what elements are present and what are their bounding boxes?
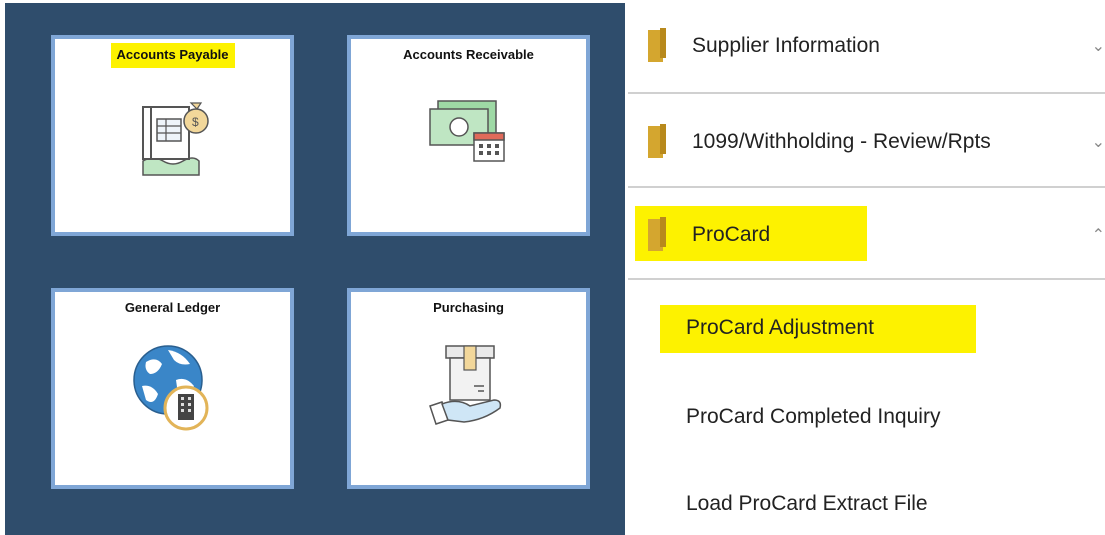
tiles-panel: Accounts Payable $ Accounts Receivable G… xyxy=(5,3,625,535)
tile-title: Purchasing xyxy=(433,300,504,315)
menu-item-procard-adjustment[interactable]: ProCard Adjustment xyxy=(686,316,874,340)
svg-text:$: $ xyxy=(192,115,199,129)
menu-folder-label: Supplier Information xyxy=(692,34,880,57)
tile-title: Accounts Payable xyxy=(110,43,235,68)
menu-folder-label: ProCard xyxy=(692,223,771,246)
tile-accounts-payable[interactable]: Accounts Payable $ xyxy=(51,35,294,236)
folder-icon xyxy=(648,124,666,158)
tile-title: Accounts Receivable xyxy=(403,47,534,62)
menu-folder-procard[interactable]: ProCard ⌃ xyxy=(628,188,1105,280)
box-hand-icon xyxy=(428,345,501,425)
navigation-menu: Supplier Information ⌄ 1099/Withholding … xyxy=(628,0,1105,535)
tile-accounts-receivable[interactable]: Accounts Receivable xyxy=(347,35,590,236)
invoice-moneybag-icon: $ xyxy=(141,102,209,176)
menu-folder-1099-withholding[interactable]: 1099/Withholding - Review/Rpts ⌄ xyxy=(628,94,1105,188)
tile-general-ledger[interactable]: General Ledger xyxy=(51,288,294,489)
chevron-up-icon[interactable]: ⌃ xyxy=(1092,225,1105,245)
chevron-down-icon[interactable]: ⌄ xyxy=(1092,132,1105,152)
tile-title: General Ledger xyxy=(124,300,221,315)
chevron-down-icon[interactable]: ⌄ xyxy=(1092,36,1105,56)
folder-icon xyxy=(648,28,666,62)
menu-folder-label: 1099/Withholding - Review/Rpts xyxy=(692,130,991,153)
cash-calendar-icon xyxy=(428,100,505,162)
menu-item-procard-completed-inquiry[interactable]: ProCard Completed Inquiry xyxy=(686,405,940,429)
tile-purchasing[interactable]: Purchasing xyxy=(347,288,590,489)
menu-item-load-procard-extract-file[interactable]: Load ProCard Extract File xyxy=(686,492,928,516)
globe-building-icon xyxy=(132,345,208,431)
folder-icon xyxy=(648,217,666,251)
menu-folder-supplier-information[interactable]: Supplier Information ⌄ xyxy=(628,0,1105,94)
